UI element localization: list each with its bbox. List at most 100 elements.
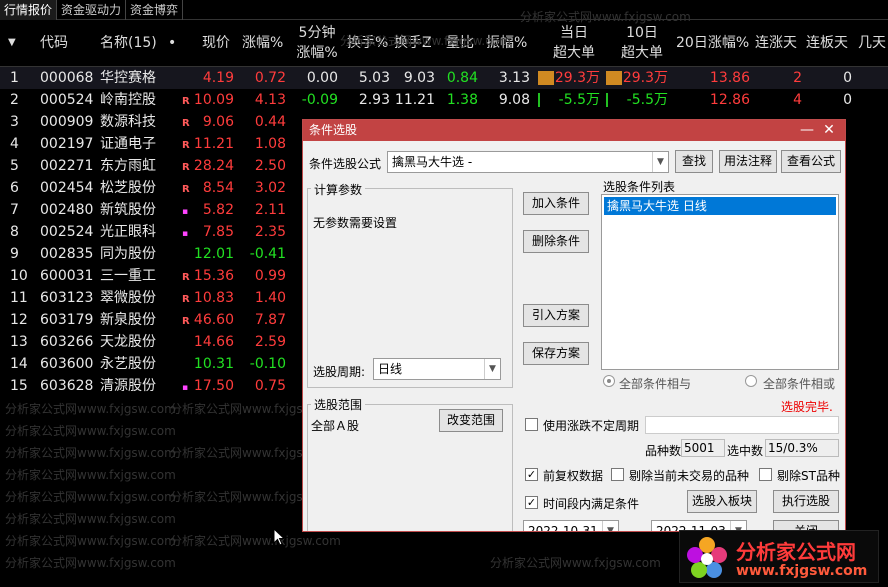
col-change-5min[interactable]: 5分钟 涨幅% [292,23,342,63]
logo-text: 分析家公式网 [736,540,856,564]
row-volume-ratio: 1.38 [446,92,478,108]
table-row[interactable]: 1 000068 华控赛格 4.19 0.72 0.00 5.03 9.03 0.84 3.13 3… [0,67,888,89]
range-title: 选股范围 [311,396,366,413]
forward-adjust-checkbox[interactable]: ✓ [525,468,538,481]
row-code: 002835 [40,246,94,262]
col-up-days[interactable]: 连涨天 [755,33,797,53]
change-range-button[interactable]: 改变范围 [439,409,503,432]
row-turnover-z: 11.21 [394,92,435,108]
radio-or[interactable] [745,375,757,387]
chevron-down-icon[interactable]: ▼ [484,359,500,379]
row-price: 46.60 [193,312,234,328]
col-price[interactable]: 现价 [202,33,230,53]
row-code: 600031 [40,268,94,284]
watermark: 分析家公式网www.fxjgsw.com [5,402,176,416]
delete-condition-button[interactable]: 删除条件 [523,230,589,253]
chevron-down-icon[interactable]: ▼ [652,152,668,172]
row-code: 603179 [40,312,94,328]
sort-down-icon[interactable]: ▼ [8,33,16,53]
table-row[interactable]: 2 000524 岭南控股 R 10.09 4.13 -0.09 2.93 11.21 1.38 9… [0,89,888,111]
close-icon[interactable]: ✕ [819,120,839,141]
row-price: 9.06 [202,114,234,130]
condition-list-title: 选股条件列表 [603,180,676,194]
tab-fund-drive[interactable]: 资金驱动力 [57,0,127,20]
import-plan-button[interactable]: 引入方案 [523,304,589,327]
mouse-cursor-icon [273,528,285,546]
row-change: -0.41 [249,246,286,262]
big-order-bar [538,71,554,85]
tab-fund-game[interactable]: 资金博弈 [126,0,184,20]
col-limit-days[interactable]: 连板天 [806,33,848,53]
date-separator: - [635,524,640,532]
row-change-20d: 12.86 [709,92,750,108]
row-code: 002197 [40,136,94,152]
row-change: 0.75 [254,378,286,394]
row-name: 数源科技 [100,114,156,130]
add-condition-button[interactable]: 加入条件 [523,192,589,215]
row-price: 5.82 [202,202,234,218]
row-code: 000524 [40,92,94,108]
dialog-titlebar[interactable]: 条件选股 — ✕ [303,120,845,141]
row-change: 2.59 [254,334,286,350]
tab-quotes[interactable]: 行情报价 [0,0,58,20]
row-turnover-z: 9.03 [403,70,435,86]
row-name: 光正眼科 [100,224,156,240]
logo-url: www.fxjgsw.com [736,563,868,579]
row-name: 永艺股份 [100,356,156,372]
row-up-days: 4 [793,92,802,108]
remove-st-checkbox[interactable] [759,468,772,481]
save-plan-button[interactable]: 保存方案 [523,342,589,365]
formula-label: 条件选股公式 [309,157,382,171]
col-more[interactable]: 几天 [858,33,886,53]
minimize-icon[interactable]: — [797,120,817,141]
row-name: 新泉股份 [100,312,156,328]
range-value: 全部Ａ股 [311,419,360,433]
find-button[interactable]: 查找 [675,150,713,173]
site-logo: 分析家公式网 www.fxjgsw.com [679,530,879,583]
watermark: 分析家公式网www.fxjgsw.com [490,556,661,570]
big-order-bar [538,93,540,107]
date-from-value: 2022-10-31 [528,524,598,532]
row-name: 同为股份 [100,246,156,262]
run-screener-button[interactable]: 执行选股 [773,490,839,513]
col-name[interactable]: 名称(15) [100,33,157,53]
col-code[interactable]: 代码 [40,33,68,53]
usage-notes-button[interactable]: 用法注释 [719,150,777,173]
period-label: 选股周期: [313,365,366,379]
row-change-20d: 13.86 [709,70,750,86]
uncertain-period-checkbox[interactable] [525,418,538,431]
col-big-order-today[interactable]: 当日 超大单 [549,23,599,63]
condition-list[interactable]: 擒黑马大牛选 日线 [601,194,839,370]
row-price: 28.24 [193,158,234,174]
col-change[interactable]: 涨幅% [242,33,283,53]
row-change: 3.02 [254,180,286,196]
chevron-down-icon[interactable]: ▼ [602,521,618,531]
status-text: 选股完毕. [781,400,833,414]
col-big-order-10d[interactable]: 10日 超大单 [617,23,667,63]
radio-and[interactable] [603,375,615,387]
add-to-board-button[interactable]: 选股入板块 [687,490,757,513]
selected-value: 15/0.3% [765,439,839,457]
col-change-20d[interactable]: 20日涨幅% [676,33,749,53]
row-index: 12 [10,312,28,328]
row-change: 7.87 [254,312,286,328]
row-change: 4.13 [254,92,286,108]
row-big-order-today: -5.5万 [558,92,600,108]
row-change: 2.11 [254,202,286,218]
view-formula-button[interactable]: 查看公式 [781,150,841,173]
period-select[interactable]: 日线 ▼ [373,358,501,380]
time-range-checkbox[interactable]: ✓ [525,496,538,509]
uncertain-period-label: 使用涨跌不定周期 [543,419,640,433]
time-range-label: 时间段内满足条件 [543,497,640,511]
row-index: 1 [10,70,19,86]
big-order-bar [606,93,608,107]
condition-list-item[interactable]: 擒黑马大牛选 日线 [604,197,836,215]
uncertain-period-field[interactable] [645,416,839,434]
watermark: 分析家公式网www.fxjgsw.com [5,446,176,460]
row-price: 10.83 [193,290,234,306]
period-value: 日线 [378,362,403,376]
date-from-picker[interactable]: 2022-10-31 ▼ [523,520,619,532]
remove-untraded-checkbox[interactable] [611,468,624,481]
formula-select[interactable]: 擒黑马大牛选 - ▼ [387,151,669,173]
watermark: 分析家公式网www.fxjgsw.com [5,512,176,526]
